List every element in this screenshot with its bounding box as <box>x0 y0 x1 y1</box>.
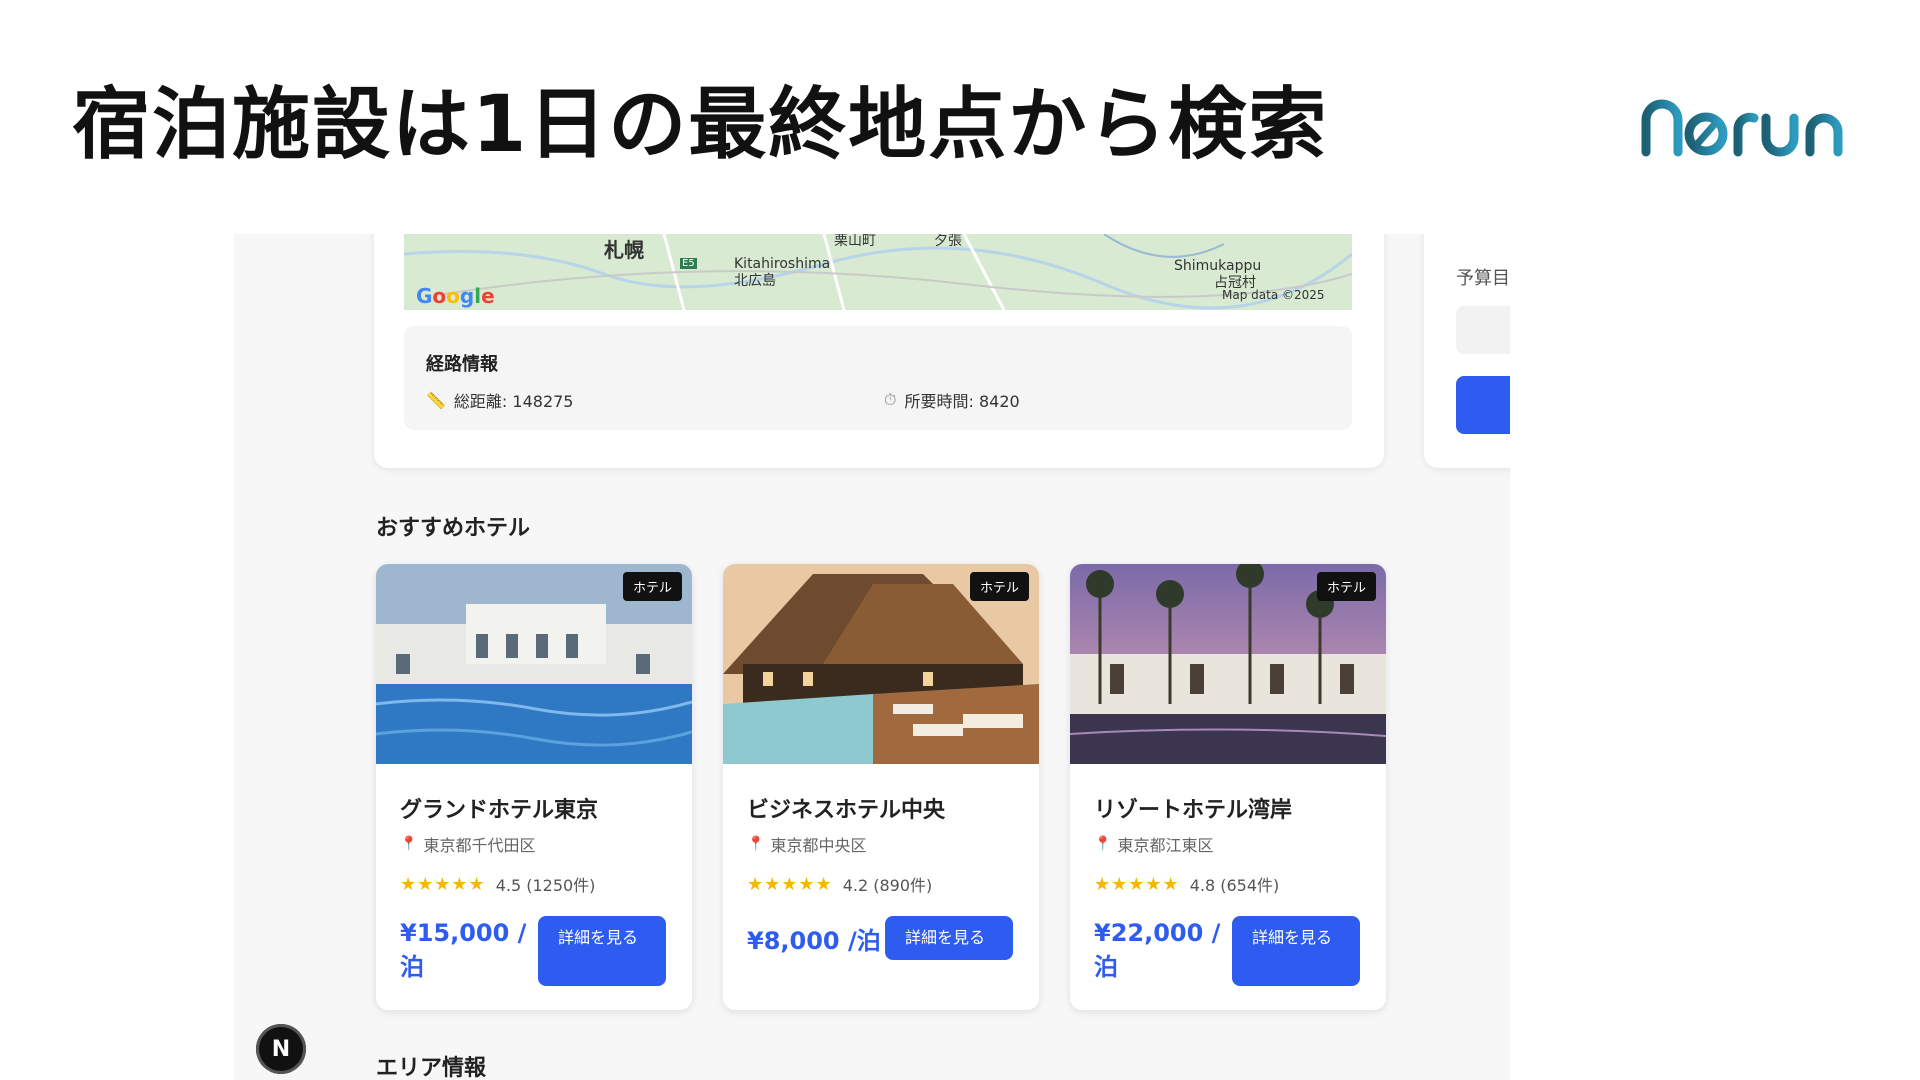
recommended-hotels-title: おすすめホテル <box>376 516 531 541</box>
hotel-location-text: 東京都千代田区 <box>423 836 536 855</box>
map-label: 札幌 <box>604 238 644 262</box>
hotel-rating: ★★★★★ 4.8 (654件) <box>1094 872 1279 896</box>
hotel-location: 📍 東京都江東区 <box>1094 832 1213 856</box>
map-label: 栗山町 <box>834 234 876 249</box>
route-map[interactable]: 札幌 E5 Kitahiroshima 北広島 栗山町 夕張 Shimukapp… <box>404 234 1352 310</box>
hotel-name: リゾートホテル湾岸 <box>1094 798 1293 823</box>
hotel-badge: ホテル <box>622 572 682 601</box>
hotel-rating-text: 4.2 (890件) <box>842 876 933 895</box>
hotel-price: ¥15,000 /泊 <box>400 919 527 981</box>
map-label: E5 <box>680 258 697 269</box>
route-time: ⏱ 所要時間: 8420 <box>884 388 1020 412</box>
hotel-card[interactable]: ホテル ビジネスホテル中央 📍 東京都中央区 ★★★★★ 4.2 (890件) … <box>723 564 1039 1010</box>
budget-label: 予算目 <box>1456 268 1510 289</box>
map-attribution: Map data ©2025 <box>1222 288 1325 302</box>
hotel-name: ビジネスホテル中央 <box>747 798 946 823</box>
hotel-image: ホテル <box>376 564 692 764</box>
location-pin-icon: 📍 <box>400 836 418 852</box>
star-rating-icon: ★★★★★ <box>1094 873 1180 895</box>
location-pin-icon: 📍 <box>747 836 765 852</box>
budget-input[interactable] <box>1456 306 1510 354</box>
hotel-location-text: 東京都中央区 <box>770 836 867 855</box>
hotel-card[interactable]: ホテル リゾートホテル湾岸 📍 東京都江東区 ★★★★★ 4.8 (654件) … <box>1070 564 1386 1010</box>
hotel-location: 📍 東京都千代田区 <box>400 832 535 856</box>
google-logo: Google <box>416 284 495 308</box>
norun-logo <box>1641 99 1843 157</box>
ruler-icon: 📏 <box>426 390 446 410</box>
route-time-label: 所要時間: 8420 <box>904 392 1020 411</box>
hotel-rating-text: 4.5 (1250件) <box>495 876 596 895</box>
hotel-detail-button[interactable]: 詳細を見る <box>538 916 666 986</box>
hotel-rating: ★★★★★ 4.2 (890件) <box>747 872 932 896</box>
route-distance: 📏 総距離: 148275 <box>426 388 573 412</box>
hotel-detail-button[interactable]: 詳細を見る <box>1232 916 1360 986</box>
hotel-name: グランドホテル東京 <box>400 798 599 823</box>
app-screenshot: 札幌 E5 Kitahiroshima 北広島 栗山町 夕張 Shimukapp… <box>234 234 1510 1080</box>
nextjs-dev-indicator[interactable]: N <box>256 1024 306 1074</box>
hotel-location-text: 東京都江東区 <box>1117 836 1214 855</box>
route-info: 経路情報 📏 総距離: 148275 ⏱ 所要時間: 8420 <box>404 326 1352 430</box>
star-rating-icon: ★★★★★ <box>400 873 486 895</box>
budget-search-button[interactable] <box>1456 376 1510 434</box>
hotel-badge: ホテル <box>969 572 1029 601</box>
hotel-image: ホテル <box>1070 564 1386 764</box>
route-info-title: 経路情報 <box>426 354 498 375</box>
hotel-location: 📍 東京都中央区 <box>747 832 866 856</box>
area-info-title: エリア情報 <box>376 1056 487 1080</box>
hotel-rating-text: 4.8 (654件) <box>1189 876 1280 895</box>
slide-title: 宿泊施設は1日の最終地点から検索 <box>72 80 1329 170</box>
location-pin-icon: 📍 <box>1094 836 1112 852</box>
hotel-price: ¥22,000 /泊 <box>1094 919 1221 981</box>
route-card: 札幌 E5 Kitahiroshima 北広島 栗山町 夕張 Shimukapp… <box>374 234 1384 468</box>
map-label: 北広島 <box>734 273 776 289</box>
hotel-price: ¥8,000 /泊 <box>747 927 881 955</box>
star-rating-icon: ★★★★★ <box>747 873 833 895</box>
hotel-detail-button[interactable]: 詳細を見る <box>885 916 1013 960</box>
hotel-badge: ホテル <box>1316 572 1376 601</box>
budget-panel: 予算目 <box>1424 234 1510 468</box>
stopwatch-icon: ⏱ <box>884 390 897 409</box>
route-distance-label: 総距離: 148275 <box>453 392 574 411</box>
hotel-image: ホテル <box>723 564 1039 764</box>
map-label: 夕張 <box>934 234 962 249</box>
hotel-rating: ★★★★★ 4.5 (1250件) <box>400 872 595 896</box>
hotel-card[interactable]: ホテル グランドホテル東京 📍 東京都千代田区 ★★★★★ 4.5 (1250件… <box>376 564 692 1010</box>
